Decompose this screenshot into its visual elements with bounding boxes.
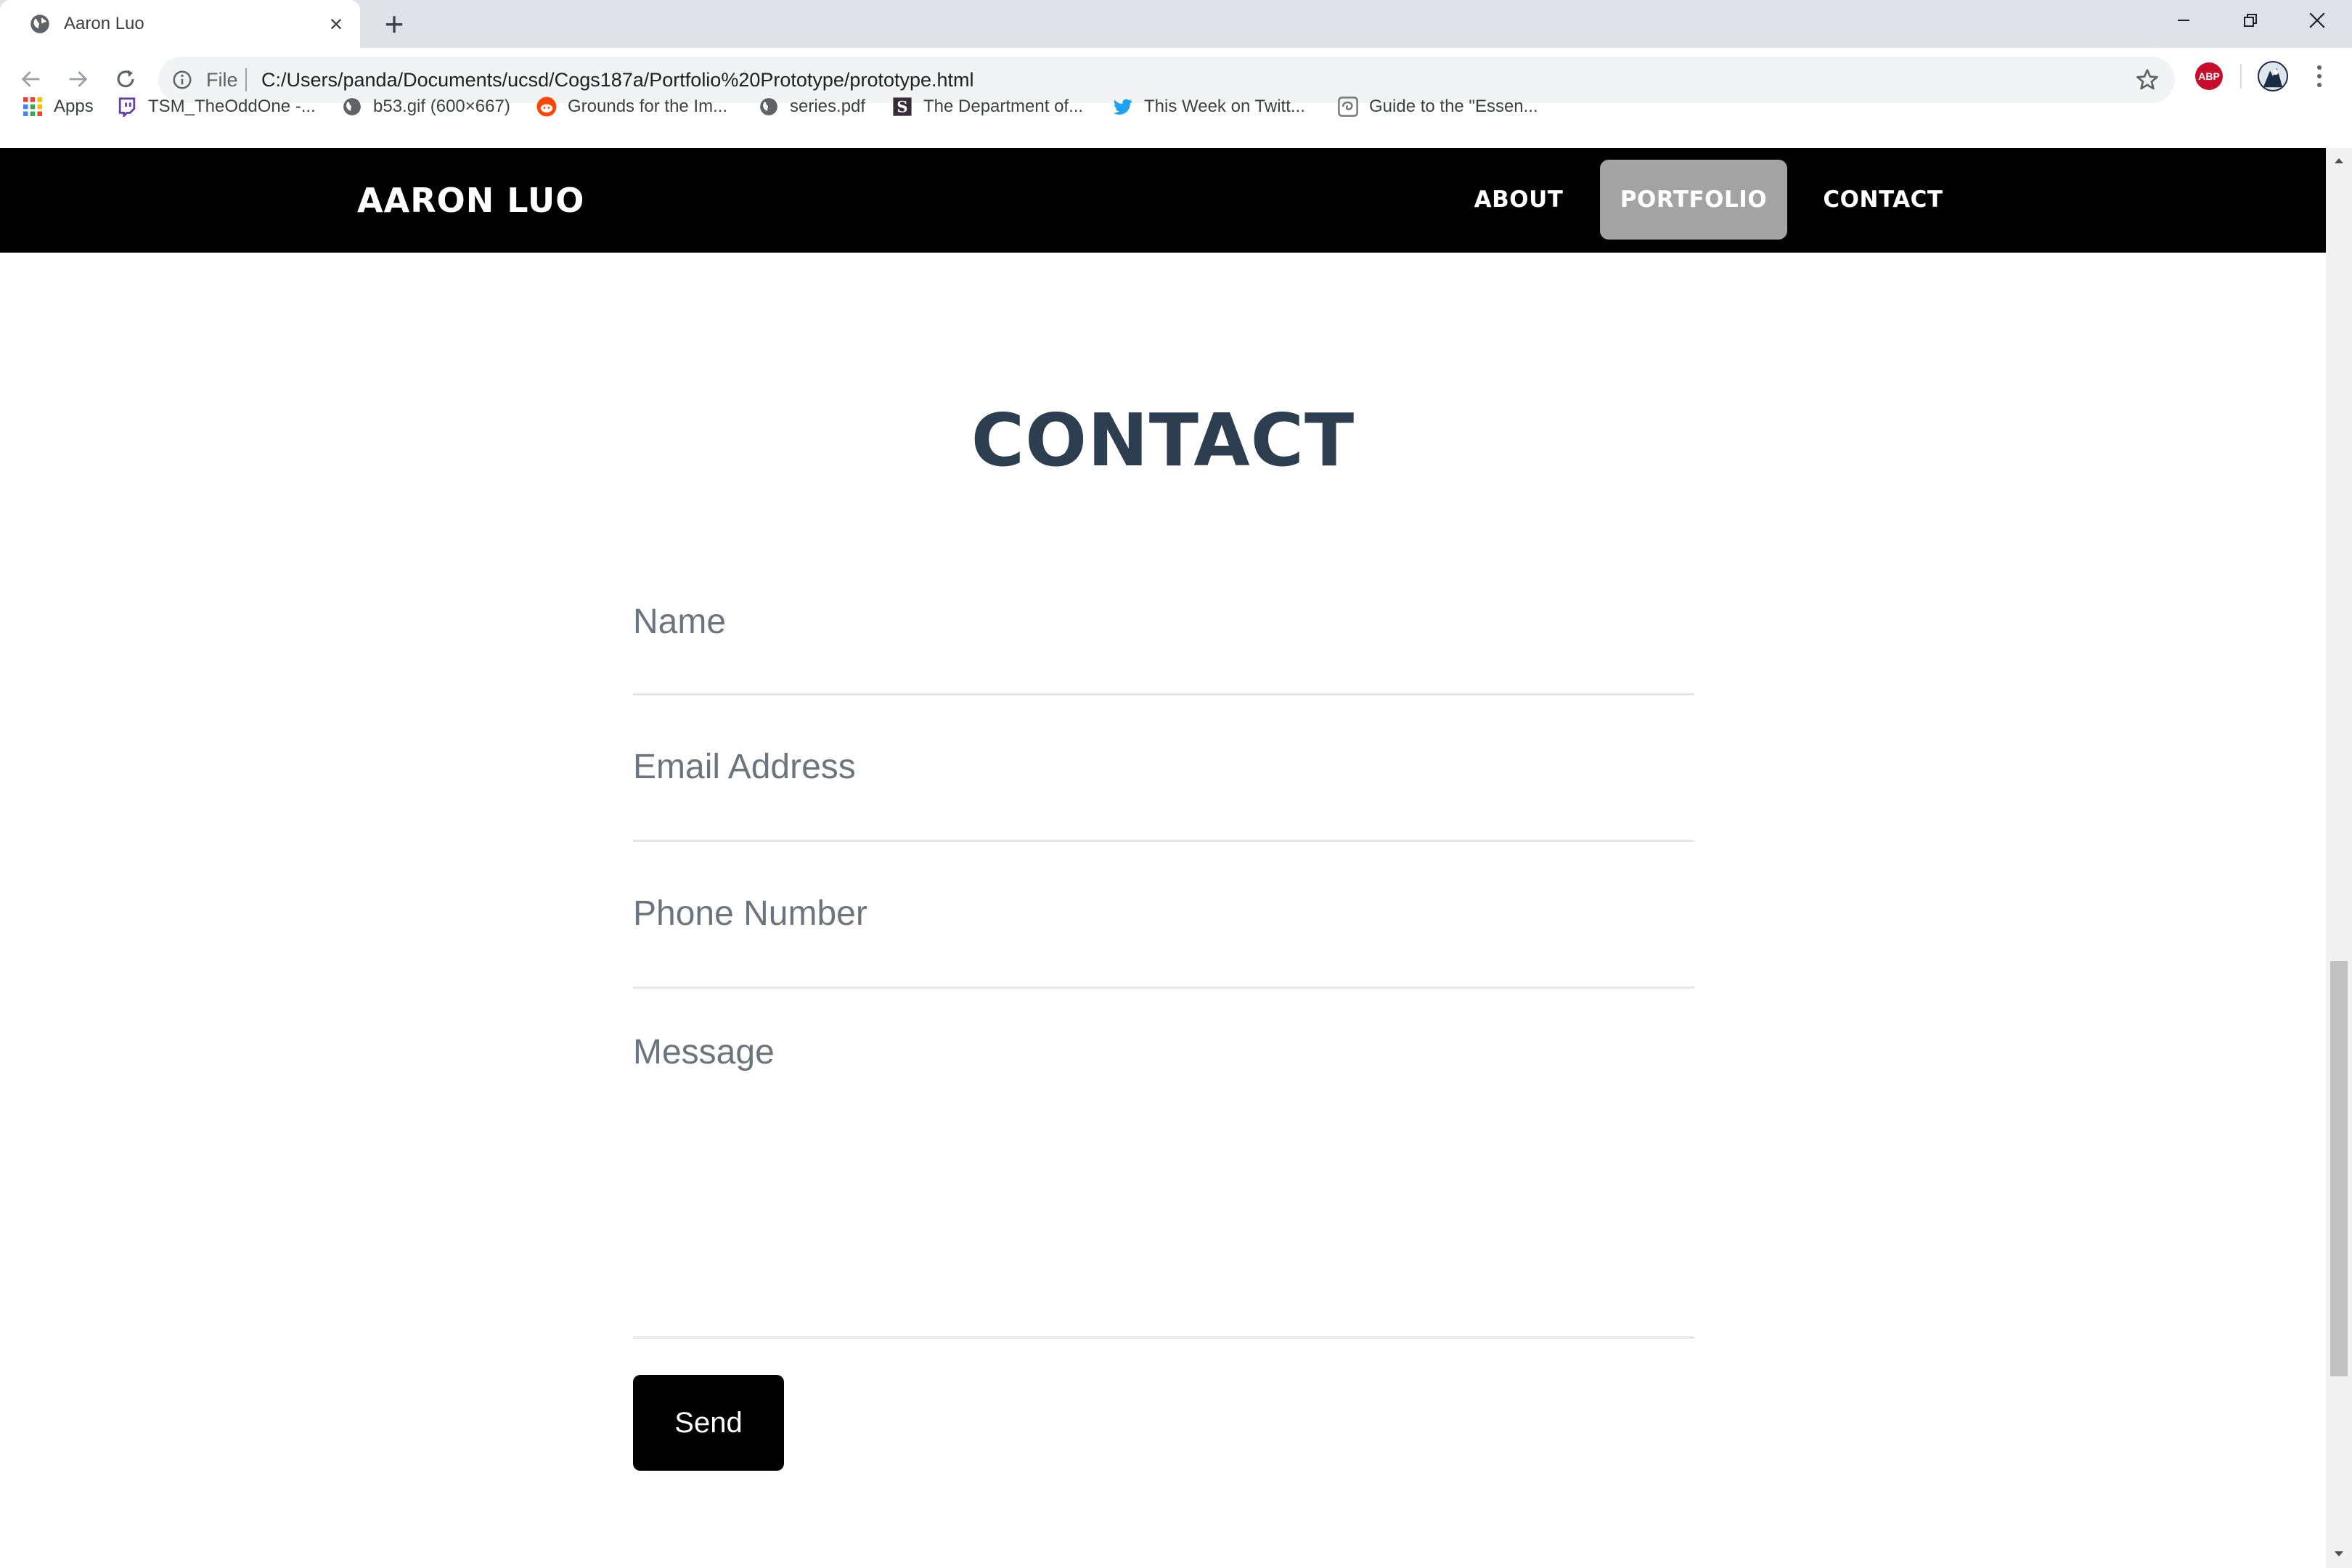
message-textarea[interactable]: [633, 1032, 1694, 1308]
back-icon[interactable]: [15, 62, 48, 96]
close-window-icon[interactable]: [2295, 6, 2339, 35]
address-separator: [245, 68, 247, 91]
forward-icon[interactable]: [61, 62, 94, 96]
twitch-icon: [116, 96, 138, 118]
nav-contact[interactable]: CONTACT: [1803, 160, 1963, 240]
globe-icon: [30, 15, 49, 33]
adblock-extension-icon[interactable]: ABP: [2195, 62, 2223, 90]
email-input[interactable]: [633, 743, 1694, 790]
nav-about[interactable]: ABOUT: [1453, 160, 1584, 240]
nav-portfolio[interactable]: PORTFOLIO: [1600, 160, 1787, 240]
info-icon[interactable]: [171, 69, 193, 91]
reload-icon[interactable]: [109, 62, 142, 96]
browser-toolbar: File C:/Users/panda/Documents/ucsd/Cogs1…: [0, 48, 2352, 148]
profile-avatar[interactable]: [2258, 61, 2288, 91]
bookmark-label: This Week on Twitt...: [1144, 97, 1305, 116]
bookmark-label: Apps: [54, 97, 94, 116]
phone-field-group: [633, 842, 1694, 989]
page-viewport: AARON LUO ABOUT PORTFOLIO CONTACT CONTAC…: [0, 148, 2326, 1568]
phone-input[interactable]: [633, 890, 1694, 936]
browser-tab[interactable]: Aaron Luo ×: [0, 0, 360, 48]
bookmark-reddit[interactable]: Grounds for the Im...: [536, 96, 727, 118]
page-title: CONTACT: [971, 398, 1355, 483]
browser-tab-strip: Aaron Luo × +: [0, 0, 2352, 48]
bookmark-label: b53.gif (600×667): [373, 97, 510, 116]
globe-icon: [341, 96, 363, 118]
bookmark-label: TSM_TheOddOne -...: [148, 97, 316, 116]
globe-icon: [758, 96, 780, 118]
svg-text:S: S: [897, 98, 907, 116]
restore-icon[interactable]: [2229, 6, 2272, 35]
bookmark-label: The Department of...: [923, 97, 1084, 116]
bookmark-department[interactable]: S The Department of...: [891, 96, 1083, 118]
bookmark-apps[interactable]: Apps: [22, 96, 94, 118]
bookmark-guide[interactable]: Guide to the "Essen...: [1337, 96, 1538, 118]
twitter-icon: [1112, 96, 1134, 118]
send-button[interactable]: Send: [633, 1375, 784, 1471]
page-scrollbar[interactable]: [2326, 148, 2352, 1568]
bookmark-label: Guide to the "Essen...: [1369, 97, 1538, 116]
tab-title: Aaron Luo: [64, 14, 144, 33]
site-brand[interactable]: AARON LUO: [357, 180, 584, 221]
tab-close-icon[interactable]: ×: [325, 12, 347, 36]
apps-grid-icon: [22, 96, 44, 118]
url-text[interactable]: C:/Users/panda/Documents/ucsd/Cogs187a/P…: [261, 69, 974, 91]
swirl-icon: [1337, 96, 1359, 118]
browser-menu-icon[interactable]: [2308, 61, 2330, 91]
bookmark-star-icon[interactable]: [2134, 67, 2160, 93]
name-field-group: [633, 576, 1694, 695]
bookmark-label: series.pdf: [790, 97, 866, 116]
bookmark-label: Grounds for the Im...: [568, 97, 728, 116]
scroll-down-icon[interactable]: [2326, 1543, 2352, 1565]
profile-icon: [2263, 68, 2283, 88]
message-field-group: [633, 989, 1694, 1339]
bookmark-b53-gif[interactable]: b53.gif (600×667): [341, 96, 510, 118]
bookmark-twitter[interactable]: This Week on Twitt...: [1112, 96, 1305, 118]
scroll-up-icon[interactable]: [2326, 150, 2352, 171]
reddit-icon: [536, 96, 558, 118]
new-tab-button[interactable]: +: [379, 7, 409, 41]
name-input[interactable]: [633, 598, 1694, 645]
toolbar-separator: [2240, 64, 2242, 89]
scrollbar-thumb[interactable]: [2330, 961, 2348, 1376]
scheme-label: File: [206, 69, 238, 91]
scribd-icon: S: [891, 96, 913, 118]
bookmark-twitch[interactable]: TSM_TheOddOne -...: [116, 96, 316, 118]
bookmark-series-pdf[interactable]: series.pdf: [758, 96, 865, 118]
minimize-icon[interactable]: [2162, 6, 2205, 35]
email-field-group: [633, 695, 1694, 842]
site-navbar: AARON LUO ABOUT PORTFOLIO CONTACT: [0, 148, 2326, 253]
